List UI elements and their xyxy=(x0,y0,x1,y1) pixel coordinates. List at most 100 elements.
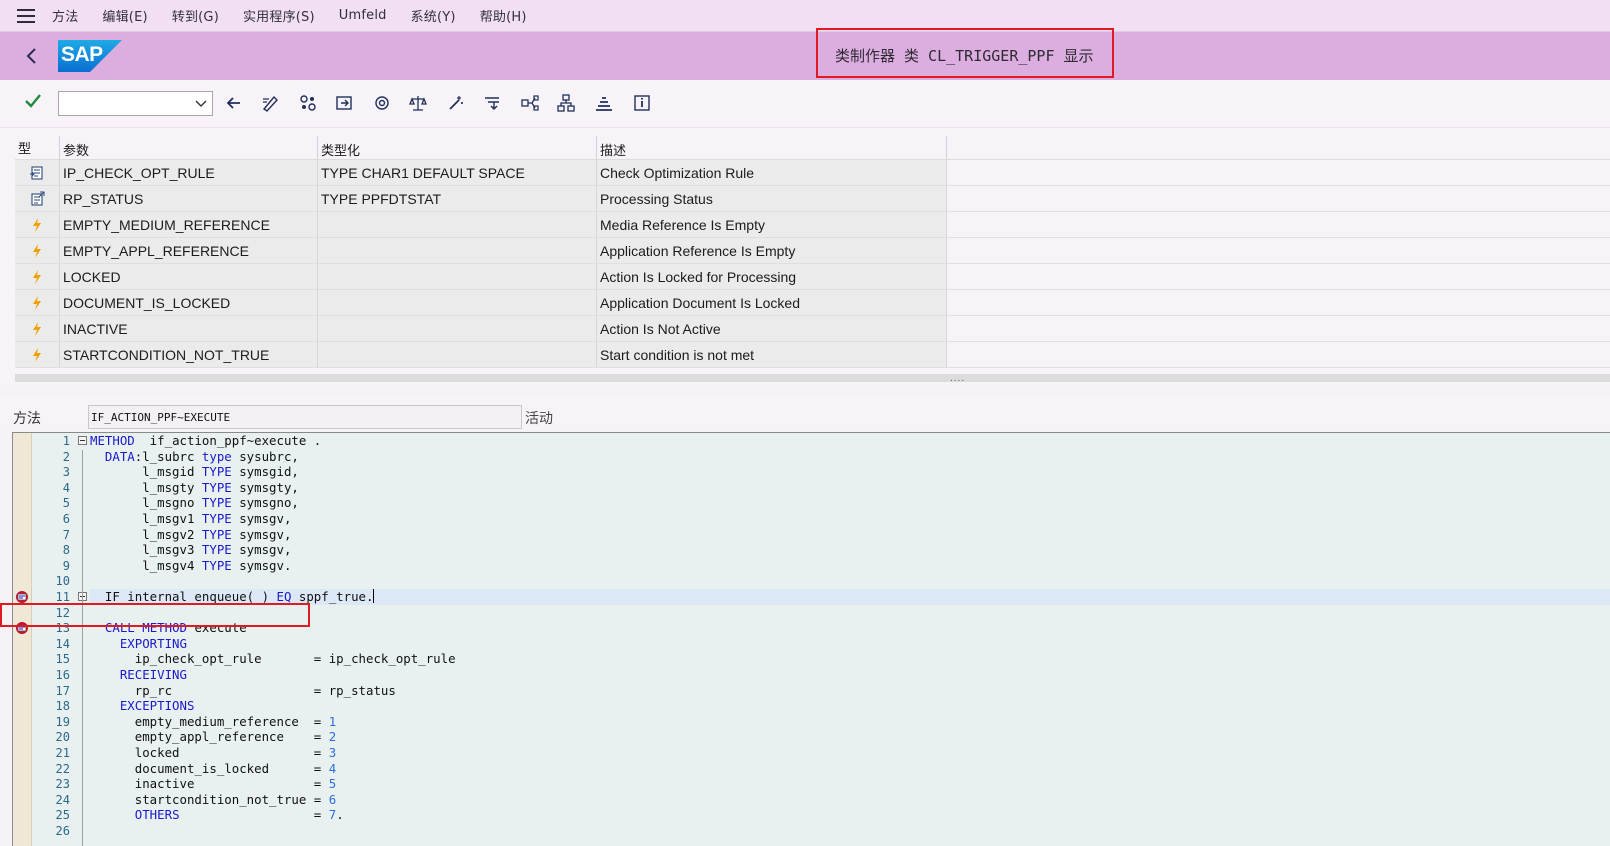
header-parameter[interactable]: 参数 xyxy=(60,136,318,159)
param-typing[interactable] xyxy=(318,290,597,315)
code-line[interactable]: document_is_locked = 4 xyxy=(90,761,1610,777)
parameter-row[interactable]: DOCUMENT_IS_LOCKED Application Document I… xyxy=(15,290,1610,316)
code-line[interactable] xyxy=(90,573,1610,589)
param-name[interactable]: IP_CHECK_OPT_RULE xyxy=(60,160,318,185)
param-name[interactable]: INACTIVE xyxy=(60,316,318,341)
code-line[interactable]: RECEIVING xyxy=(90,667,1610,683)
param-description[interactable]: Action Is Locked for Processing xyxy=(597,264,947,289)
text-cursor xyxy=(373,589,375,603)
code-line[interactable]: empty_medium_reference = 1 xyxy=(90,714,1610,730)
pretty-print-icon[interactable] xyxy=(482,93,502,113)
code-line[interactable] xyxy=(90,605,1610,621)
param-typing[interactable] xyxy=(318,264,597,289)
menu-goto[interactable]: 转到(G) xyxy=(172,6,219,25)
back-chevron-icon[interactable] xyxy=(22,44,42,68)
code-token: l_msgv3 xyxy=(90,542,202,558)
splitter-bar[interactable] xyxy=(15,374,1610,382)
code-line[interactable]: METHOD if_action_ppf~execute . xyxy=(90,433,1610,449)
code-line[interactable]: IF internal_enqueue( ) EQ sppf_true. xyxy=(90,589,1610,605)
line-number: 14 xyxy=(55,636,70,651)
param-description[interactable]: Application Document Is Locked xyxy=(597,290,947,315)
code-line[interactable]: ip_check_opt_rule = ip_check_opt_rule xyxy=(90,651,1610,667)
row-filler xyxy=(947,212,1610,237)
header-type[interactable]: 型 xyxy=(15,136,60,159)
number-token: 3 xyxy=(328,745,337,760)
param-description[interactable]: Application Reference Is Empty xyxy=(597,238,947,263)
param-description[interactable]: Check Optimization Rule xyxy=(597,160,947,185)
activate-icon[interactable] xyxy=(298,93,318,113)
fold-toggle-icon[interactable] xyxy=(78,436,87,445)
check-icon[interactable] xyxy=(24,92,42,110)
param-description[interactable]: Action Is Not Active xyxy=(597,316,947,341)
code-line[interactable]: l_msgno TYPE symsgno, xyxy=(90,495,1610,511)
param-typing[interactable] xyxy=(318,316,597,341)
info-icon[interactable] xyxy=(632,93,652,113)
code-line[interactable]: l_msgv3 TYPE symsgv, xyxy=(90,542,1610,558)
code-line[interactable]: EXCEPTIONS xyxy=(90,698,1610,714)
code-area[interactable]: METHOD if_action_ppf~execute . DATA:l_su… xyxy=(90,433,1610,846)
code-line[interactable]: empty_appl_reference = 2 xyxy=(90,729,1610,745)
param-description[interactable]: Processing Status xyxy=(597,186,947,211)
code-editor[interactable]: 1 2 3 4 5 6 7 8 9 10 11 12 13 14 15 16 17 18 19 20 21 22 23 24 2… xyxy=(12,432,1610,846)
code-line[interactable]: l_msgv2 TYPE symsgv, xyxy=(90,527,1610,543)
menu-system[interactable]: 系统(Y) xyxy=(411,6,456,25)
parameter-row[interactable]: LOCKED Action Is Locked for Processing xyxy=(15,264,1610,290)
param-name[interactable]: LOCKED xyxy=(60,264,318,289)
balance-icon[interactable] xyxy=(408,93,428,113)
param-typing[interactable] xyxy=(318,212,597,237)
param-name[interactable]: RP_STATUS xyxy=(60,186,318,211)
menu-edit[interactable]: 编辑(E) xyxy=(102,6,147,25)
param-name[interactable]: DOCUMENT_IS_LOCKED xyxy=(60,290,318,315)
command-field[interactable] xyxy=(58,91,213,116)
parameter-row[interactable]: IP_CHECK_OPT_RULE TYPE CHAR1 DEFAULT SPAC… xyxy=(15,160,1610,186)
parameter-row[interactable]: STARTCONDITION_NOT_TRUE Start condition i… xyxy=(15,342,1610,368)
object-list-icon[interactable] xyxy=(334,93,354,113)
header-typing[interactable]: 类型化 xyxy=(318,136,597,159)
code-line[interactable]: l_msgv1 TYPE symsgv, xyxy=(90,511,1610,527)
splitter-grip-icon[interactable]: .... xyxy=(950,374,965,384)
menu-umfeld[interactable]: Umfeld xyxy=(339,8,387,23)
code-line[interactable]: l_msgid TYPE symsgid, xyxy=(90,464,1610,480)
code-token: symsgid, xyxy=(231,464,299,480)
menu-method[interactable]: 方法 xyxy=(52,6,78,25)
param-name[interactable]: EMPTY_APPL_REFERENCE xyxy=(60,238,318,263)
code-line[interactable]: DATA:l_subrc type sysubrc, xyxy=(90,449,1610,465)
param-typing[interactable]: TYPE CHAR1 DEFAULT SPACE xyxy=(318,160,597,185)
code-line[interactable]: inactive = 5 xyxy=(90,776,1610,792)
where-used-icon[interactable] xyxy=(372,93,392,113)
param-typing[interactable]: TYPE PPFDTSTAT xyxy=(318,186,597,211)
param-name[interactable]: STARTCONDITION_NOT_TRUE xyxy=(60,342,318,367)
code-line[interactable]: l_msgty TYPE symsgty, xyxy=(90,480,1610,496)
back-arrow-icon[interactable] xyxy=(224,93,244,113)
param-description[interactable]: Media Reference Is Empty xyxy=(597,212,947,237)
hierarchy-icon[interactable] xyxy=(556,93,576,113)
code-line[interactable]: EXPORTING xyxy=(90,636,1610,652)
navigate-icon[interactable] xyxy=(520,93,540,113)
stack-icon[interactable] xyxy=(594,93,614,113)
hamburger-menu-icon[interactable] xyxy=(0,0,52,32)
pattern-icon[interactable] xyxy=(446,93,466,113)
code-line[interactable]: startcondition_not_true = 6 xyxy=(90,792,1610,808)
code-line[interactable]: rp_rc = rp_status xyxy=(90,683,1610,699)
param-description[interactable]: Start condition is not met xyxy=(597,342,947,367)
chevron-down-icon[interactable] xyxy=(194,96,208,110)
menu-utilities[interactable]: 实用程序(S) xyxy=(243,6,315,25)
param-typing[interactable] xyxy=(318,342,597,367)
header-description[interactable]: 描述 xyxy=(597,136,947,159)
exception-icon xyxy=(15,238,60,263)
param-typing[interactable] xyxy=(318,238,597,263)
parameter-row[interactable]: INACTIVE Action Is Not Active xyxy=(15,316,1610,342)
parameter-row[interactable]: EMPTY_MEDIUM_REFERENCE Media Reference Is… xyxy=(15,212,1610,238)
code-line[interactable]: OTHERS = 7. xyxy=(90,807,1610,823)
param-name[interactable]: EMPTY_MEDIUM_REFERENCE xyxy=(60,212,318,237)
display-change-icon[interactable] xyxy=(260,93,280,113)
menu-help[interactable]: 帮助(H) xyxy=(480,6,527,25)
exception-icon xyxy=(15,342,60,367)
parameter-row[interactable]: RP_STATUS TYPE PPFDTSTAT Processing Status xyxy=(15,186,1610,212)
code-line[interactable] xyxy=(90,823,1610,839)
parameter-row[interactable]: EMPTY_APPL_REFERENCE Application Referenc… xyxy=(15,238,1610,264)
code-token: empty_medium_reference = xyxy=(90,713,329,729)
code-line[interactable]: CALL METHOD execute xyxy=(90,620,1610,636)
code-line[interactable]: locked = 3 xyxy=(90,745,1610,761)
code-line[interactable]: l_msgv4 TYPE symsgv. xyxy=(90,558,1610,574)
